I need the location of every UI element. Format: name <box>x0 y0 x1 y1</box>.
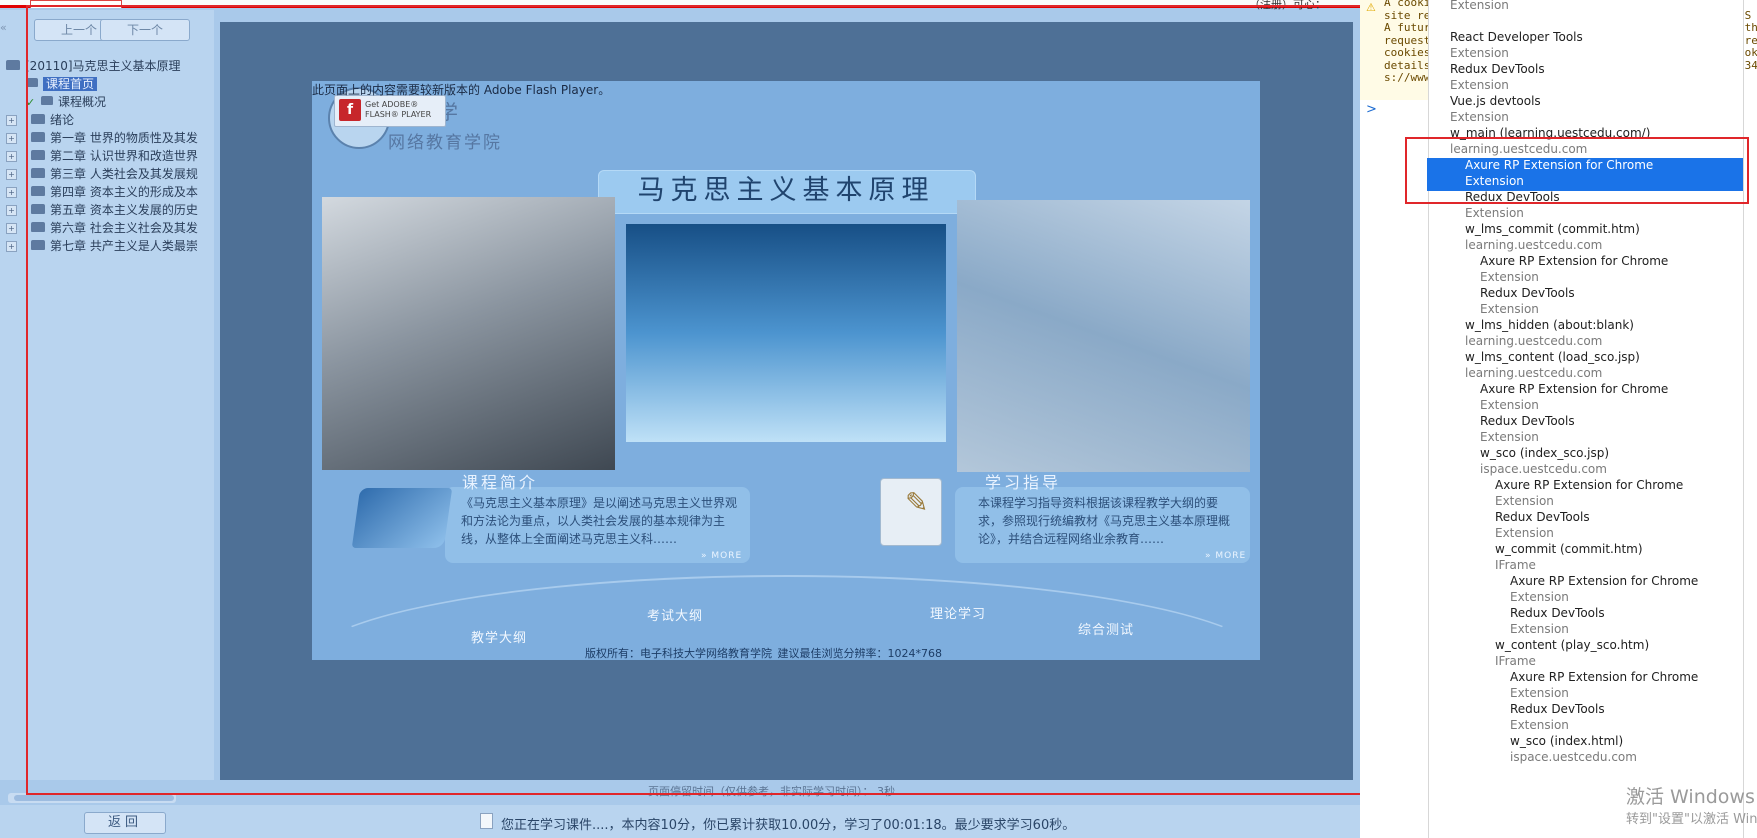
context-menu-item-sub: Extension <box>1510 686 1569 700</box>
context-menu-item-name: w_lms_hidden (about:blank) <box>1465 318 1634 332</box>
context-menu-item-sub: Extension <box>1450 78 1509 92</box>
context-menu-item-sub: Extension <box>1450 46 1509 60</box>
context-menu-item-sub: Extension <box>1495 494 1554 508</box>
context-menu-item-sub: Extension <box>1495 526 1554 540</box>
context-menu-item-name: Redux DevTools <box>1495 510 1590 524</box>
context-menu-item-name: w_content (play_sco.htm) <box>1495 638 1650 652</box>
context-menu-item-sub: Extension <box>1450 110 1509 124</box>
expand-icon[interactable]: + <box>6 115 17 126</box>
console-warning-text: A cooki site re A futur request cookies detai… <box>1384 0 1430 85</box>
expand-icon[interactable]: + <box>6 223 17 234</box>
context-menu-item-sub: IFrame <box>1495 558 1536 572</box>
context-menu-item[interactable]: Axure RP Extension for Chrome Extension <box>1480 381 1668 413</box>
context-menu-item-name: Axure RP Extension for Chrome <box>1510 670 1699 684</box>
context-menu-item-sub: Extension <box>1450 0 1509 12</box>
context-menu-item-sub: Extension <box>1510 622 1569 636</box>
expand-icon[interactable]: + <box>6 169 17 180</box>
context-menu-item[interactable]: Redux DevTools Extension <box>1480 413 1575 445</box>
context-menu-item-sub: Extension <box>1465 206 1524 220</box>
context-menu-item-name: Vue.js devtools <box>1450 94 1541 108</box>
context-menu-item[interactable]: Redux DevTools Extension <box>1495 509 1590 541</box>
context-menu-item[interactable]: w_lms_content (load_sco.jsp) learning.ues… <box>1465 349 1640 381</box>
console-line: s://www <box>1384 71 1431 84</box>
console-line: A futur <box>1384 21 1431 34</box>
context-menu-item[interactable]: Redux DevTools Extension <box>1510 701 1605 733</box>
context-menu-item[interactable]: Axure RP Extension for Chrome Extension <box>1510 669 1698 701</box>
context-menu-item-sub: IFrame <box>1495 654 1536 668</box>
windows-activation-subtitle: 转到"设置"以激活 Windows。 <box>1626 812 1757 827</box>
context-menu-item[interactable]: w_lms_commit (commit.htm) learning.uestce… <box>1465 221 1640 253</box>
expand-icon[interactable]: + <box>6 241 17 252</box>
study-status-text: 您正在学习课件....，本内容10分，你已累计获取10.00分，学习了00:01… <box>501 818 1076 833</box>
context-highlight-box <box>1405 137 1749 204</box>
document-icon <box>480 813 493 829</box>
expand-icon[interactable]: + <box>6 151 17 162</box>
context-menu-item-name: Redux DevTools <box>1510 702 1605 716</box>
warning-icon: ⚠ <box>1366 1 1376 14</box>
context-menu-item-sub: ispace.uestcedu.com <box>1510 750 1637 764</box>
context-menu-item-name: Axure RP Extension for Chrome <box>1510 574 1699 588</box>
context-menu-item-sub: ispace.uestcedu.com <box>1480 462 1607 476</box>
context-menu-item[interactable]: Axure RP Extension for Chrome Extension <box>1480 253 1668 285</box>
context-menu-item-name: Redux DevTools <box>1480 286 1575 300</box>
context-menu-item[interactable]: Vue.js devtools Extension <box>1450 93 1541 125</box>
context-menu-item-sub: Extension <box>1480 398 1539 412</box>
context-menu-item-sub: Extension <box>1480 430 1539 444</box>
context-menu-item-sub: learning.uestcedu.com <box>1465 334 1603 348</box>
context-menu-item[interactable]: Redux DevTools Extension <box>1450 61 1545 93</box>
context-menu-item[interactable]: w_content (play_sco.htm) IFrame <box>1495 637 1649 669</box>
context-menu-item-name: Redux DevTools <box>1480 414 1575 428</box>
context-menu-item-sub: learning.uestcedu.com <box>1465 238 1603 252</box>
context-menu-item[interactable]: w_sco (index_sco.jsp) ispace.uestcedu.com <box>1480 445 1609 477</box>
context-menu-item-name: w_sco (index_sco.jsp) <box>1480 446 1610 460</box>
console-line: cookies <box>1384 46 1431 59</box>
expand-icon[interactable]: + <box>6 205 17 216</box>
context-menu-item[interactable]: Axure RP Extension for Chrome Extension <box>1495 477 1683 509</box>
context-menu-item-name: Axure RP Extension for Chrome <box>1480 382 1669 396</box>
expand-icon[interactable]: + <box>6 187 17 198</box>
console-prompt-icon[interactable]: > <box>1366 102 1377 117</box>
context-menu-item[interactable]: Extension <box>1450 0 1509 13</box>
context-menu-item[interactable]: Redux DevTools Extension <box>1510 605 1605 637</box>
context-menu-item-name: React Developer Tools <box>1450 30 1583 44</box>
collapse-sidebar-icon[interactable]: « <box>0 21 7 34</box>
expand-icon[interactable]: + <box>6 133 17 144</box>
sidebar-scrollbar-thumb[interactable] <box>14 795 174 801</box>
windows-activation-title: 激活 Windows <box>1626 786 1755 808</box>
context-menu-item[interactable]: w_sco (index.html) ispace.uestcedu.com <box>1510 733 1637 765</box>
context-menu-item-name: Axure RP Extension for Chrome <box>1480 254 1669 268</box>
context-menu-item-name: Redux DevTools <box>1450 62 1545 76</box>
context-menu-item-name: Redux DevTools <box>1510 606 1605 620</box>
element-highlight-box <box>26 5 1360 795</box>
context-menu-item[interactable]: React Developer Tools Extension <box>1450 29 1583 61</box>
context-menu-item-sub: Extension <box>1510 718 1569 732</box>
context-menu-item[interactable]: w_commit (commit.htm) IFrame <box>1495 541 1643 573</box>
lms-page: （注册）可心： « 上一个 下一个 [20110]马克思主义基本原理 课程首页 … <box>0 0 1360 838</box>
context-menu-item-name: w_lms_content (load_sco.jsp) <box>1465 350 1640 364</box>
context-menu-item[interactable]: Axure RP Extension for Chrome Extension <box>1510 573 1698 605</box>
context-menu-item-name: w_commit (commit.htm) <box>1495 542 1643 556</box>
context-menu-item-name: w_lms_commit (commit.htm) <box>1465 222 1640 236</box>
context-menu-item-sub: Extension <box>1510 590 1569 604</box>
context-menu-item-sub: learning.uestcedu.com <box>1465 366 1603 380</box>
context-menu-item-sub: Extension <box>1480 270 1539 284</box>
context-menu-item[interactable]: w_lms_hidden (about:blank) learning.uestc… <box>1465 317 1634 349</box>
back-button[interactable]: 返回 <box>84 812 166 834</box>
context-menu-item[interactable]: Redux DevTools Extension <box>1480 285 1575 317</box>
context-menu-item-sub: Extension <box>1480 302 1539 316</box>
context-menu-item-name: Axure RP Extension for Chrome <box>1495 478 1684 492</box>
context-menu-item-name: w_sco (index.html) <box>1510 734 1624 748</box>
folder-icon <box>6 59 20 70</box>
